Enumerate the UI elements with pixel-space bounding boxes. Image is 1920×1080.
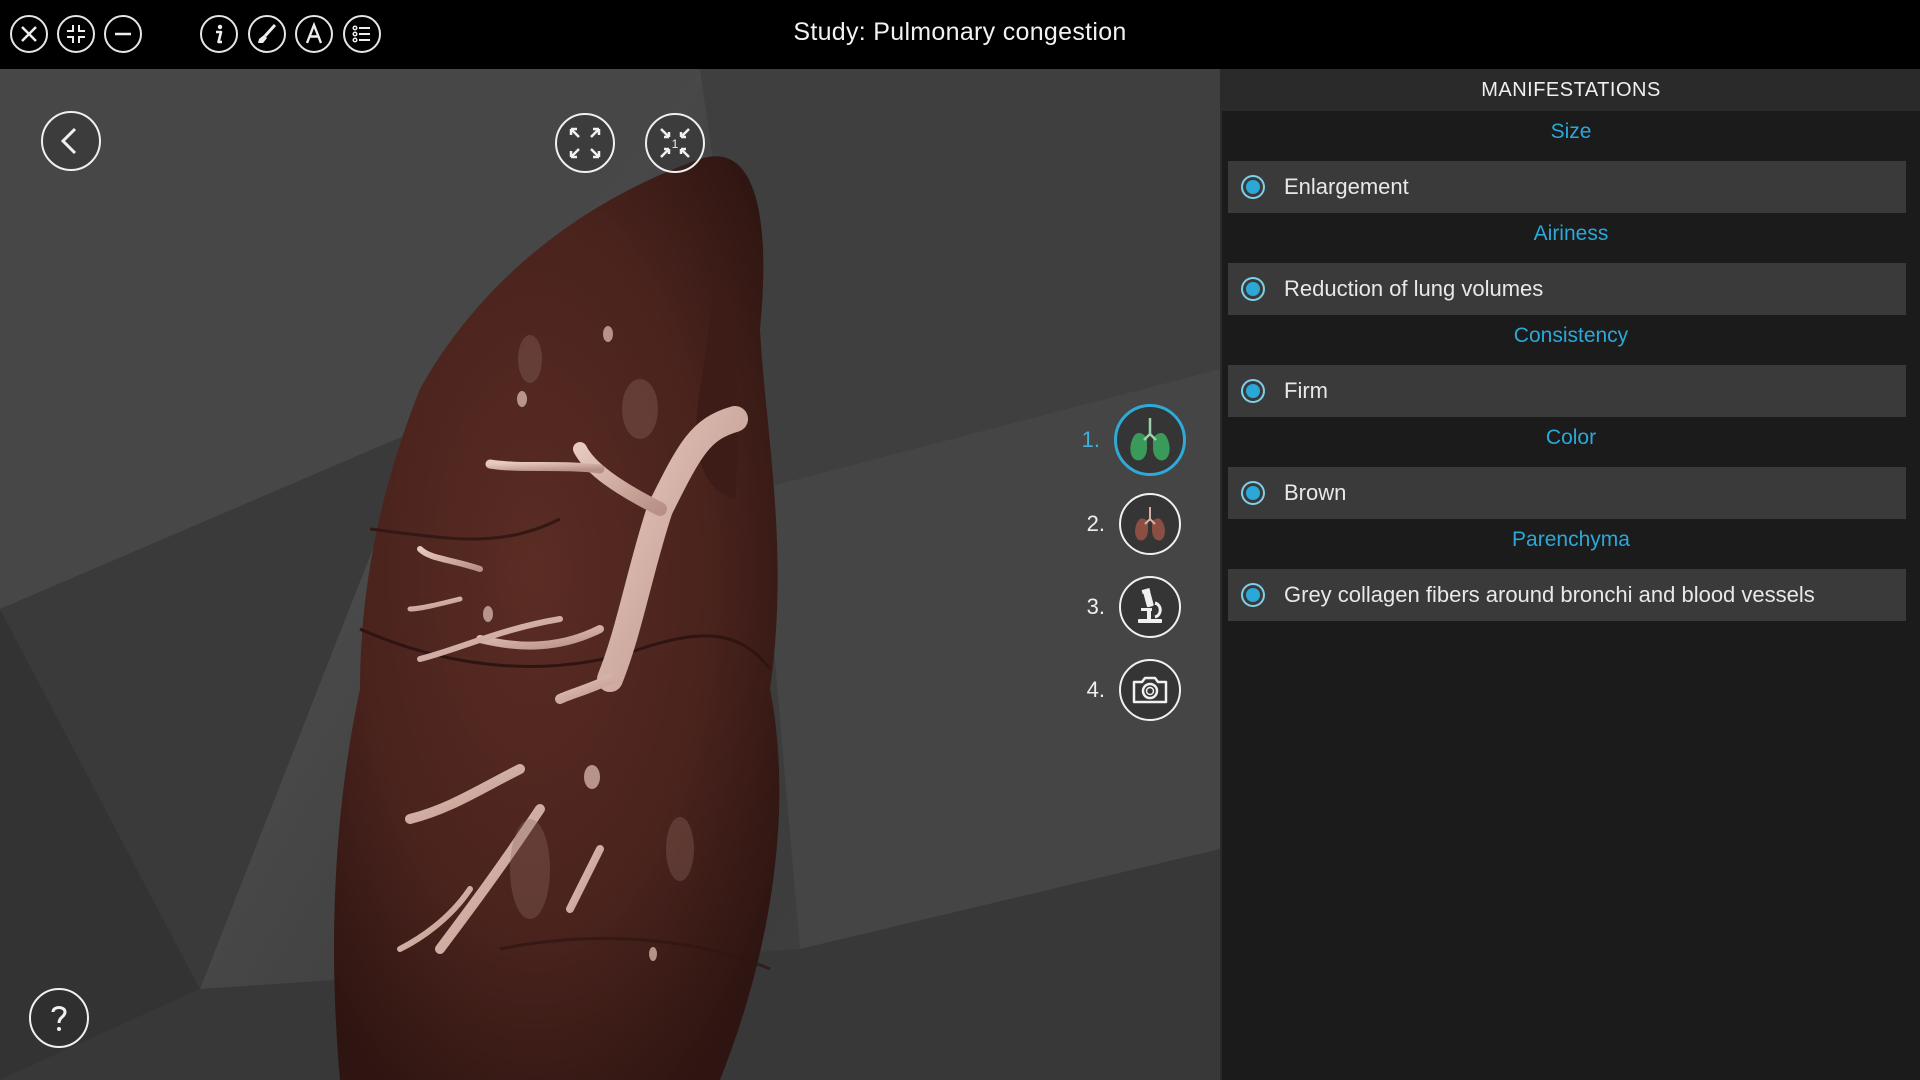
manifestation-label: Firm	[1284, 378, 1328, 403]
manifestation-label: Grey collagen fibers around bronchi and …	[1284, 582, 1815, 607]
camera-icon	[1132, 676, 1168, 704]
manifestation-label: Enlargement	[1284, 174, 1409, 199]
lungs-green-icon	[1130, 418, 1170, 461]
step-3-number: 3.	[1086, 594, 1105, 619]
manifestations-panel: MANIFESTATIONS Size Enlargement Airiness…	[1220, 69, 1920, 1080]
manifestation-item-color[interactable]: Brown	[1228, 467, 1906, 519]
lungs-brown-icon	[1135, 507, 1165, 541]
step-4[interactable]: 4.	[1065, 659, 1181, 721]
manifestation-item-consistency[interactable]: Firm	[1228, 365, 1906, 417]
step-4-button[interactable]	[1119, 659, 1181, 721]
3d-viewport[interactable]: 1 1. 2. 3. 4.	[0, 69, 1220, 1080]
step-1-number: 1.	[1081, 427, 1100, 452]
category-title-color: Color	[1545, 426, 1597, 449]
step-1-button[interactable]	[1114, 404, 1186, 476]
step-2-number: 2.	[1086, 511, 1105, 536]
collapse-1-icon: 1	[660, 128, 690, 158]
manifestation-item-airiness[interactable]: Reduction of lung volumes	[1228, 263, 1906, 315]
radio-selected-icon[interactable]	[1246, 486, 1260, 500]
radio-selected-icon[interactable]	[1246, 384, 1260, 398]
microscope-icon	[1138, 588, 1162, 623]
question-icon	[51, 1006, 67, 1031]
manifestation-item-parenchyma[interactable]: Grey collagen fibers around bronchi and …	[1228, 569, 1906, 621]
expand-button[interactable]	[555, 113, 615, 173]
help-button[interactable]	[29, 988, 89, 1048]
collapse-badge: 1	[672, 137, 679, 151]
category-title-airiness: Airiness	[1533, 222, 1609, 245]
category-title-size: Size	[1550, 120, 1592, 143]
collapse-view-button[interactable]: 1	[645, 113, 705, 173]
radio-selected-icon[interactable]	[1246, 180, 1260, 194]
back-button[interactable]	[41, 111, 101, 171]
step-4-number: 4.	[1086, 677, 1105, 702]
step-1[interactable]: 1.	[1060, 404, 1186, 476]
page-title: Study: Pulmonary congestion	[793, 18, 1127, 46]
expand-icon	[569, 127, 601, 159]
manifestation-item-size[interactable]: Enlargement	[1228, 161, 1906, 213]
radio-selected-icon[interactable]	[1246, 282, 1260, 296]
category-title-parenchyma: Parenchyma	[1512, 528, 1630, 551]
step-2-button[interactable]	[1119, 493, 1181, 555]
lung-3d-model[interactable]	[0, 69, 1220, 1080]
panel-header: MANIFESTATIONS	[1222, 69, 1920, 111]
step-3[interactable]: 3.	[1065, 576, 1181, 638]
category-title-consistency: Consistency	[1513, 324, 1629, 347]
chevron-left-icon	[60, 127, 77, 155]
step-2[interactable]: 2.	[1065, 493, 1181, 555]
manifestation-label: Reduction of lung volumes	[1284, 276, 1544, 301]
manifestation-label: Brown	[1284, 480, 1347, 505]
step-3-button[interactable]	[1119, 576, 1181, 638]
top-bar: Study: Pulmonary congestion	[0, 0, 1920, 69]
radio-selected-icon[interactable]	[1246, 588, 1260, 602]
